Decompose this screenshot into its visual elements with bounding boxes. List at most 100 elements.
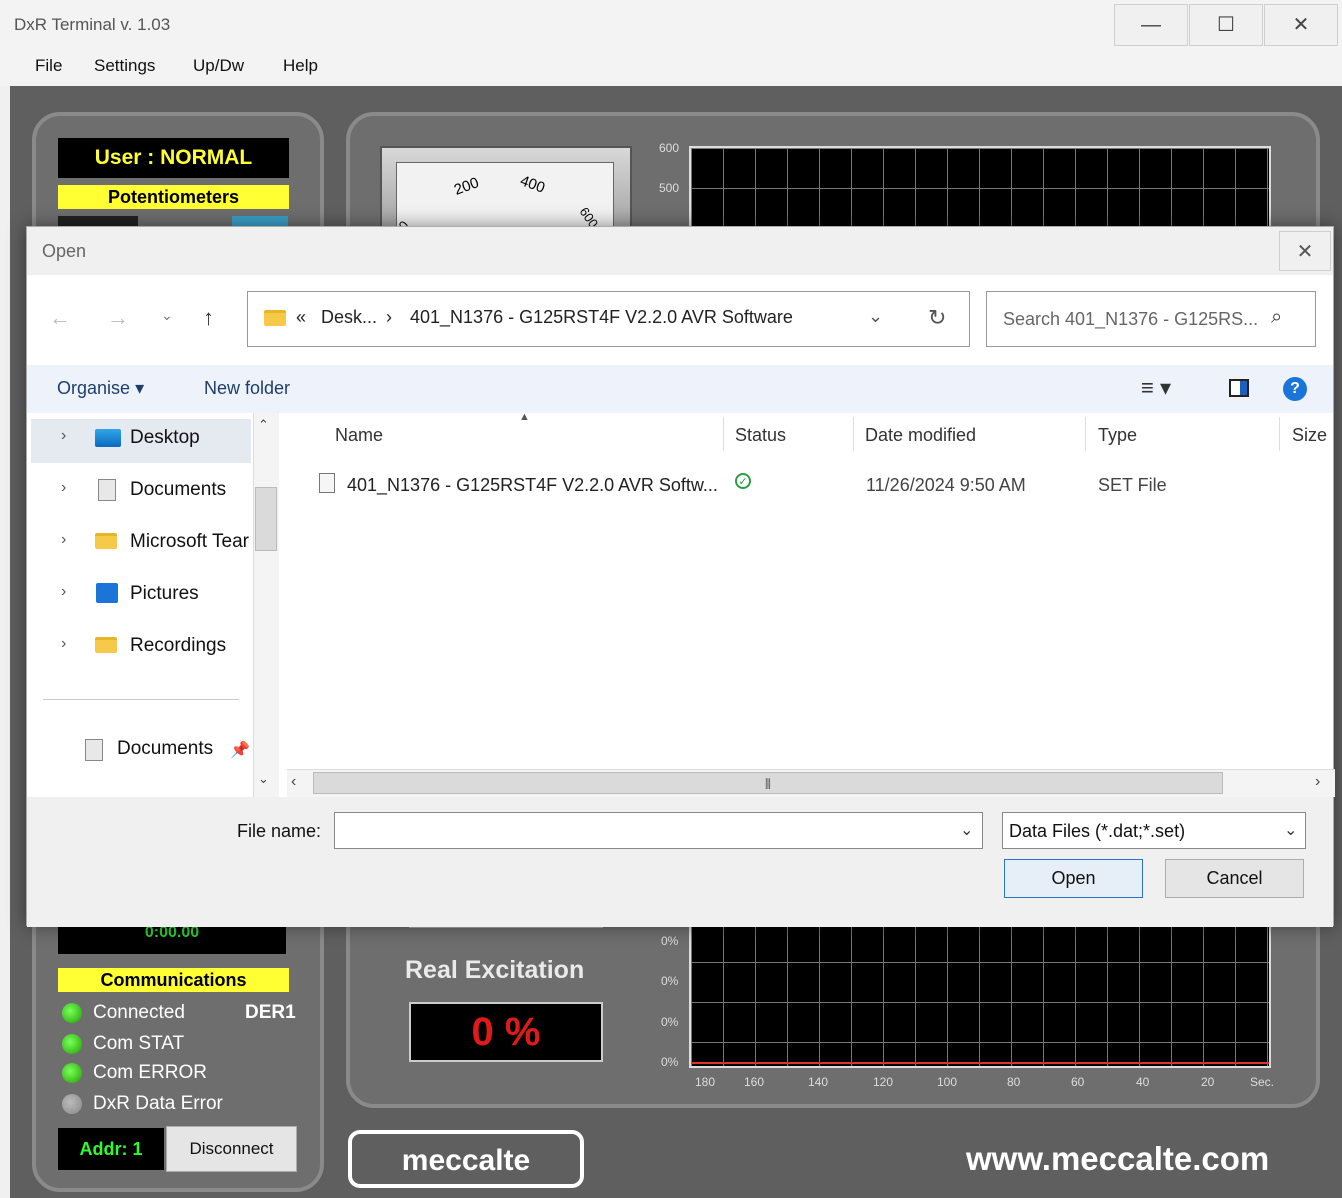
file-name-label: File name: [237, 821, 322, 841]
chart-x-tick: 180 [695, 1075, 716, 1089]
column-divider[interactable] [1085, 417, 1086, 451]
organise-label: Organise [57, 378, 131, 398]
top-chart-tick-600: 600 [659, 141, 680, 155]
breadcrumb-desktop[interactable]: Desk... [321, 307, 377, 328]
file-row[interactable]: 401_N1376 - G125RST4F V2.2.0 AVR Softw..… [287, 459, 1327, 503]
scroll-down-icon[interactable]: ⌄ [258, 771, 269, 787]
tree-item-desktop[interactable]: Desktop [130, 427, 200, 449]
breadcrumb-separator: › [386, 307, 392, 327]
data-error-label: DxR Data Error [93, 1093, 223, 1114]
top-chart [689, 146, 1271, 236]
scroll-left-icon[interactable]: ‹ [291, 773, 296, 791]
horizontal-scrollbar[interactable]: ‹ ⦀ › [287, 769, 1335, 797]
column-status[interactable]: Status [735, 425, 786, 446]
help-icon[interactable]: ? [1283, 377, 1307, 401]
nav-scrollbar[interactable]: ⌃ ⌄ [253, 413, 279, 797]
open-button[interactable]: Open [1004, 859, 1143, 898]
disconnect-button[interactable]: Disconnect [166, 1126, 297, 1172]
sync-ok-icon: ✓ [735, 473, 751, 489]
chart-x-tick: 80 [1007, 1075, 1021, 1089]
scroll-up-icon[interactable]: ⌃ [258, 417, 269, 433]
window-title: DxR Terminal v. 1.03 [14, 15, 171, 34]
data-error-led [62, 1094, 82, 1114]
dialog-title: Open [42, 241, 87, 261]
search-box[interactable]: Search 401_N1376 - G125RS... ⌕ [986, 291, 1316, 347]
com-error-label: Com ERROR [93, 1062, 208, 1083]
nav-scroll-thumb[interactable] [255, 487, 277, 551]
column-date-modified[interactable]: Date modified [865, 425, 976, 446]
dialog-toolbar: Organise ▾ New folder ≡ ▾ ? [27, 365, 1333, 413]
excitation-chart [689, 920, 1271, 1068]
column-divider[interactable] [1279, 417, 1280, 451]
view-options-icon[interactable]: ≡ ▾ [1141, 375, 1171, 401]
column-type[interactable]: Type [1098, 425, 1137, 446]
file-type-filter-label: Data Files (*.dat;*.set) [1009, 821, 1186, 841]
dialog-close-button[interactable]: ✕ [1279, 231, 1331, 271]
chart-x-tick: 60 [1071, 1075, 1085, 1089]
open-dialog: Open ✕ ← → ⌄ ↑ « Desk... › 401_N1376 - G… [26, 226, 1335, 927]
back-arrow-icon[interactable]: ← [49, 305, 71, 331]
expand-chevron-icon[interactable]: › [61, 479, 66, 497]
minimize-button[interactable]: — [1114, 4, 1188, 46]
chart-y-tick: 0% [661, 934, 679, 948]
address-bar[interactable]: « Desk... › 401_N1376 - G125RST4F V2.2.0… [247, 291, 970, 347]
divider [43, 699, 239, 700]
tree-item-recordings[interactable]: Recordings [130, 635, 226, 657]
preview-pane-icon[interactable] [1229, 379, 1249, 397]
menu-file[interactable]: File [35, 56, 62, 76]
up-arrow-icon[interactable]: ↑ [203, 305, 214, 331]
user-level: User : NORMAL [58, 138, 289, 178]
expand-chevron-icon[interactable]: › [61, 531, 66, 549]
chart-y-tick: 0% [661, 1055, 679, 1069]
address-display: Addr: 1 [58, 1128, 164, 1170]
potentiometers-header: Potentiometers [58, 185, 289, 209]
new-folder-button[interactable]: New folder [204, 378, 290, 399]
menu-settings[interactable]: Settings [94, 56, 155, 76]
file-name-input[interactable]: ⌄ [334, 812, 983, 849]
meccalte-logo: meccalte [348, 1130, 584, 1188]
chart-x-tick: 140 [808, 1075, 829, 1089]
scroll-right-icon[interactable]: › [1315, 773, 1320, 791]
chart-x-tick: 120 [873, 1075, 894, 1089]
path-overflow[interactable]: « [296, 307, 306, 328]
close-button[interactable]: ✕ [1264, 4, 1338, 46]
refresh-icon[interactable]: ↻ [928, 305, 946, 331]
real-excitation-label: Real Excitation [405, 956, 585, 984]
expand-chevron-icon[interactable]: › [61, 635, 66, 653]
quick-access-documents[interactable]: Documents [117, 738, 213, 760]
horizontal-scroll-thumb[interactable]: ⦀ [313, 772, 1223, 794]
breadcrumb-folder[interactable]: 401_N1376 - G125RST4F V2.2.0 AVR Softwar… [410, 307, 793, 328]
expand-chevron-icon[interactable]: › [61, 583, 66, 601]
dialog-bottom: File name: ⌄ Data Files (*.dat;*.set) ⌄ … [27, 797, 1333, 927]
recent-chevron-icon[interactable]: ⌄ [161, 307, 173, 324]
expand-chevron-icon[interactable]: › [61, 427, 66, 445]
real-excitation-value: 0 % [409, 1002, 603, 1062]
tree-item-pictures[interactable]: Pictures [130, 583, 199, 605]
file-icon [319, 473, 335, 493]
cancel-button[interactable]: Cancel [1165, 859, 1304, 898]
tree-item-microsoft-teams[interactable]: Microsoft Tear [130, 531, 254, 553]
forward-arrow-icon[interactable]: → [107, 305, 129, 331]
column-divider[interactable] [853, 417, 854, 451]
organise-button[interactable]: Organise ▾ [57, 378, 144, 399]
filter-dropdown-icon[interactable]: ⌄ [1284, 820, 1297, 840]
document-icon [85, 739, 103, 761]
desktop-icon [95, 429, 121, 447]
tree-item-documents[interactable]: Documents [130, 479, 226, 501]
column-divider[interactable] [723, 417, 724, 451]
column-name[interactable]: Name [335, 425, 383, 446]
chart-x-tick: 100 [937, 1075, 958, 1089]
dialog-content: › Desktop › Documents › Microsoft Tear ›… [27, 411, 1335, 797]
chart-y-tick: 0% [661, 974, 679, 988]
connected-led [62, 1003, 82, 1023]
file-type-filter[interactable]: Data Files (*.dat;*.set) ⌄ [1002, 812, 1306, 849]
menu-help[interactable]: Help [283, 56, 318, 76]
pin-icon[interactable]: 📌 [230, 740, 250, 760]
top-chart-tick-500: 500 [659, 181, 680, 195]
file-name-dropdown-icon[interactable]: ⌄ [960, 820, 973, 840]
menu-updw[interactable]: Up/Dw [193, 56, 244, 76]
maximize-button[interactable]: ☐ [1189, 4, 1263, 46]
address-dropdown-icon[interactable]: ⌄ [868, 306, 883, 327]
search-icon[interactable]: ⌕ [1271, 306, 1282, 329]
column-size[interactable]: Size [1292, 425, 1327, 446]
